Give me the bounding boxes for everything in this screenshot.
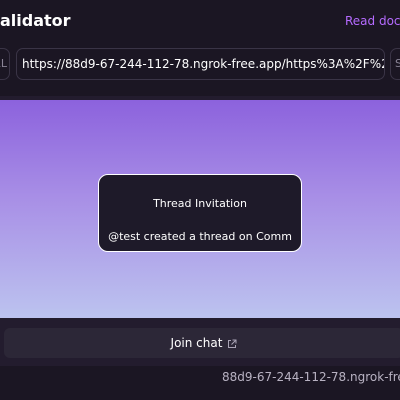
invite-card: Thread Invitation @test created a thread… xyxy=(98,174,302,252)
embed-preview: Thread Invitation @test created a thread… xyxy=(0,96,400,366)
join-chat-label: Join chat xyxy=(170,336,223,350)
invite-title: Thread Invitation xyxy=(153,197,247,210)
app-title: alidator xyxy=(0,11,71,30)
header: alidator Read docs xyxy=(0,0,400,42)
preview-domain: 88d9-67-244-112-78.ngrok-free.app xyxy=(222,370,400,384)
url-row: RL S xyxy=(0,48,400,82)
url-input[interactable] xyxy=(16,48,385,80)
read-docs-link[interactable]: Read docs xyxy=(345,14,400,28)
submit-button[interactable]: S xyxy=(390,48,400,80)
invite-body: @test created a thread on Comm xyxy=(108,230,292,243)
page: alidator Read docs RL S Thread Invitatio… xyxy=(0,0,400,400)
url-label: RL xyxy=(0,48,10,80)
external-link-icon xyxy=(227,338,237,348)
preview-image: Thread Invitation @test created a thread… xyxy=(0,100,400,318)
join-chat-button[interactable]: Join chat xyxy=(4,328,400,358)
